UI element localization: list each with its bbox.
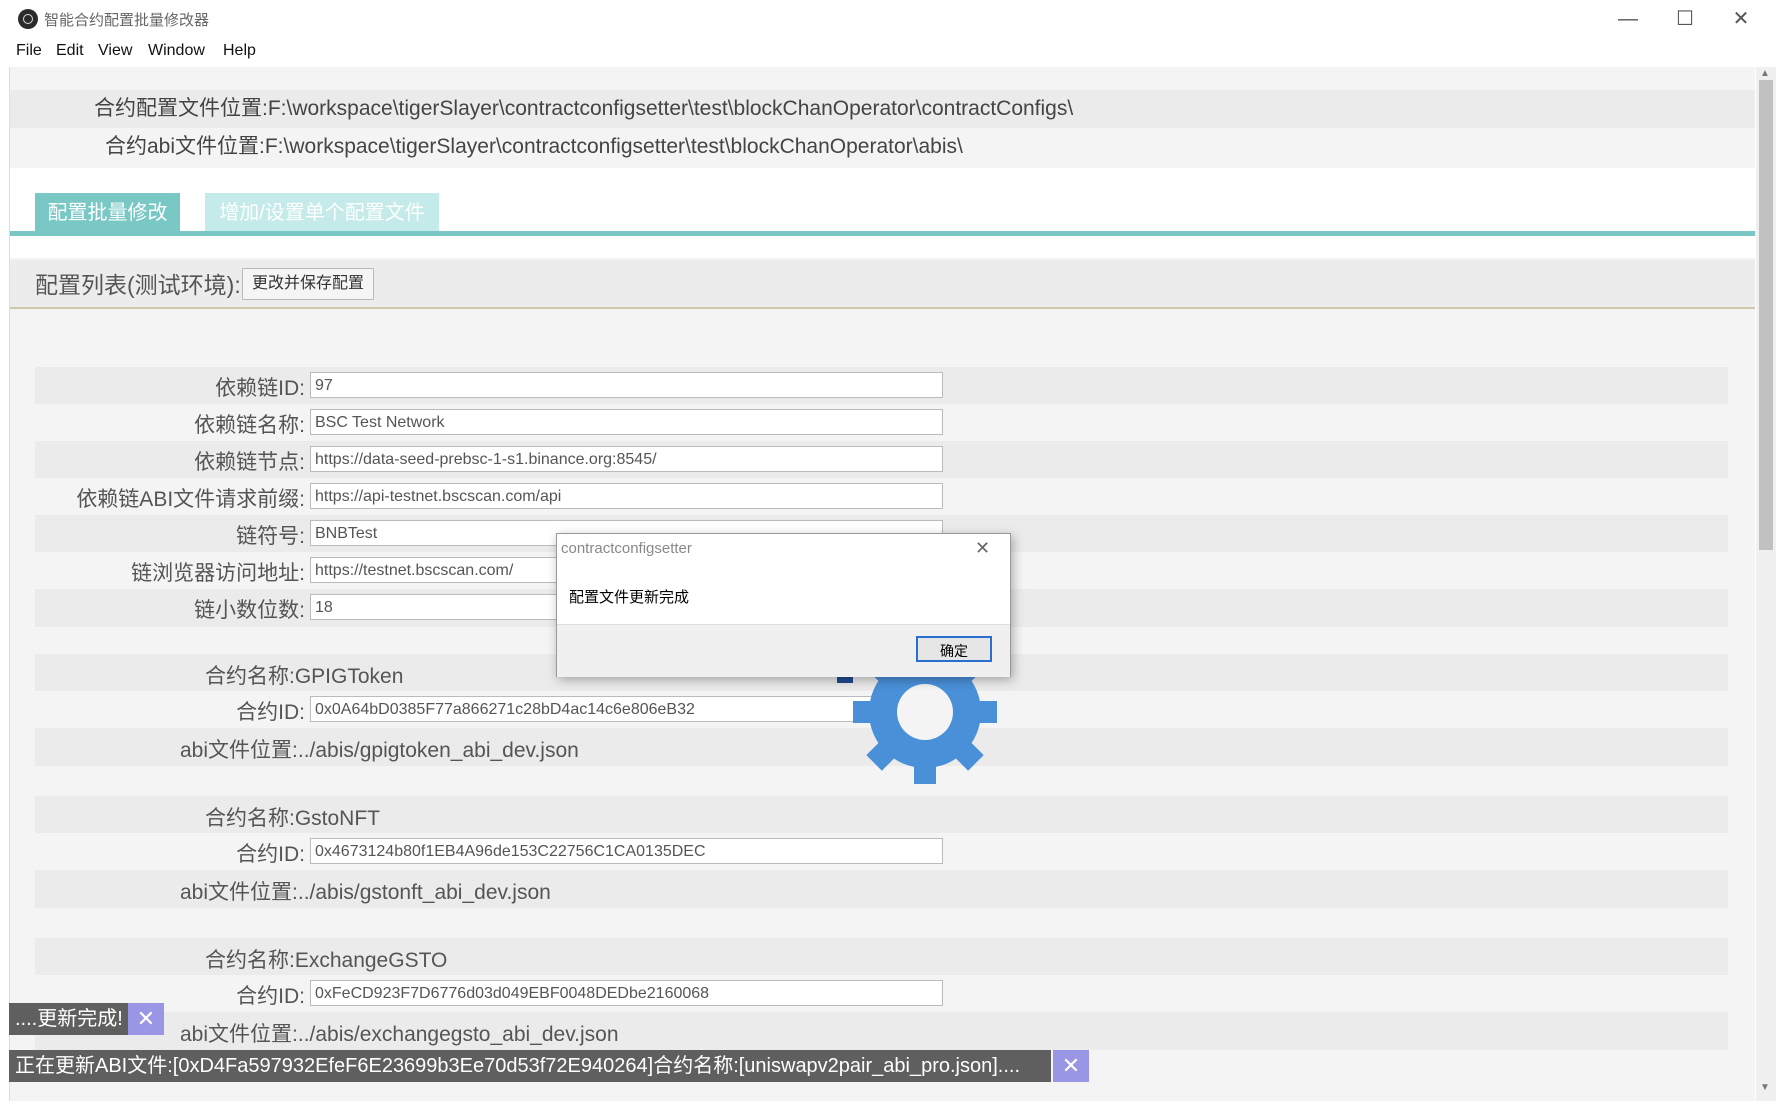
abi-prefix-input[interactable]: https://api-testnet.bscscan.com/api	[310, 483, 943, 509]
chain-node-input[interactable]: https://data-seed-prebsc-1-s1.binance.or…	[310, 446, 943, 472]
field-label: 依赖链ABI文件请求前缀:	[76, 488, 305, 511]
title-bar	[0, 0, 1782, 38]
menu-edit[interactable]: Edit	[56, 42, 84, 60]
contract-id-row: 合约ID: 0x4673124b80f1EB4A96de153C22756C1C…	[35, 833, 1728, 871]
tab-underline	[10, 231, 1755, 236]
contract-id-input[interactable]: 0x4673124b80f1EB4A96de153C22756C1CA0135D…	[310, 838, 943, 864]
contract-abi-row: abi文件位置:../abis/exchangegsto_abi_dev.jso…	[35, 1012, 1728, 1050]
app-icon	[18, 9, 38, 29]
field-label: 合约ID:	[236, 701, 305, 724]
dialog-close-icon[interactable]: ✕	[975, 538, 990, 559]
contract-abi-path: abi文件位置:../abis/gstonft_abi_dev.json	[180, 881, 551, 904]
form-row-chain-name: 依赖链名称: BSC Test Network	[35, 404, 1728, 442]
field-label: 依赖链名称:	[194, 414, 305, 437]
menu-view[interactable]: View	[98, 42, 132, 60]
config-path-row: 合约配置文件位置:F:\workspace\tigerSlayer\contra…	[10, 90, 1755, 128]
close-window-button[interactable]: ✕	[1714, 4, 1768, 34]
form-row-abi-prefix: 依赖链ABI文件请求前缀: https://api-testnet.bscsca…	[35, 478, 1728, 516]
window-title: 智能合约配置批量修改器	[44, 12, 210, 29]
minimize-button[interactable]: —	[1601, 4, 1655, 34]
dialog-title: contractconfigsetter	[561, 540, 692, 557]
abi-path-row: 合约abi文件位置:F:\workspace\tigerSlayer\contr…	[10, 128, 1755, 166]
field-label: 合约ID:	[236, 843, 305, 866]
scroll-down-icon[interactable]: ▼	[1760, 1082, 1770, 1093]
contract-abi-row: abi文件位置:../abis/gstonft_abi_dev.json	[35, 870, 1728, 908]
field-label: 依赖链节点:	[194, 451, 305, 474]
config-path: 合约配置文件位置:F:\workspace\tigerSlayer\contra…	[94, 97, 1074, 120]
menu-bar	[0, 38, 1782, 68]
contract-name: 合约名称:GstoNFT	[205, 807, 381, 830]
ok-button[interactable]: 确定	[916, 636, 992, 662]
contract-id-input[interactable]: 0xFeCD923F7D6776d03d049EBF0048DEDbe21600…	[310, 980, 943, 1006]
message-dialog: contractconfigsetter ✕ 配置文件更新完成 确定	[556, 533, 1011, 677]
update-done-toast: ....更新完成!	[9, 1003, 131, 1035]
form-row-chain-node: 依赖链节点: https://data-seed-prebsc-1-s1.bin…	[35, 441, 1728, 479]
main-content: 合约配置文件位置:F:\workspace\tigerSlayer\contra…	[9, 67, 1755, 1101]
contract-abi-path: abi文件位置:../abis/exchangegsto_abi_dev.jso…	[180, 1023, 619, 1046]
menu-help[interactable]: Help	[223, 42, 256, 60]
contract-name: 合约名称:ExchangeGSTO	[205, 949, 448, 972]
field-label: 链小数位数:	[194, 599, 305, 622]
tab-add-single-config[interactable]: 增加/设置单个配置文件	[205, 193, 439, 233]
save-config-button[interactable]: 更改并保存配置	[242, 268, 375, 300]
toast-close-icon[interactable]: ✕	[128, 1003, 164, 1035]
scroll-up-icon[interactable]: ▲	[1760, 68, 1770, 79]
contract-abi-path: abi文件位置:../abis/gpigtoken_abi_dev.json	[180, 739, 579, 762]
tab-batch-modify[interactable]: 配置批量修改	[35, 193, 180, 233]
config-list-title: 配置列表(测试环境):	[35, 272, 241, 298]
maximize-button[interactable]: ☐	[1658, 4, 1712, 34]
dialog-message: 配置文件更新完成	[569, 589, 690, 606]
update-progress-toast: 正在更新ABI文件:[0xD4Fa597932EfeF6E23699b3Ee70…	[9, 1050, 1051, 1082]
abi-path: 合约abi文件位置:F:\workspace\tigerSlayer\contr…	[105, 135, 963, 158]
contract-name-row: 合约名称:ExchangeGSTO	[35, 938, 1728, 976]
scroll-thumb[interactable]	[1759, 80, 1773, 550]
form-row-chain-id: 依赖链ID: 97	[35, 367, 1728, 405]
config-list-header: 配置列表(测试环境): 更改并保存配置	[10, 260, 1755, 309]
field-label: 依赖链ID:	[215, 377, 305, 400]
field-label: 链符号:	[236, 525, 305, 548]
contract-name-row: 合约名称:GstoNFT	[35, 796, 1728, 834]
contract-name: 合约名称:GPIGToken	[205, 665, 404, 688]
chain-id-input[interactable]: 97	[310, 372, 943, 398]
field-label: 链浏览器访问地址:	[131, 562, 305, 585]
chain-name-input[interactable]: BSC Test Network	[310, 409, 943, 435]
toast-close-icon[interactable]: ✕	[1053, 1050, 1089, 1082]
menu-window[interactable]: Window	[148, 42, 205, 60]
menu-file[interactable]: File	[16, 42, 42, 60]
contract-id-row: 合约ID: 0xFeCD923F7D6776d03d049EBF0048DEDb…	[35, 975, 1728, 1013]
